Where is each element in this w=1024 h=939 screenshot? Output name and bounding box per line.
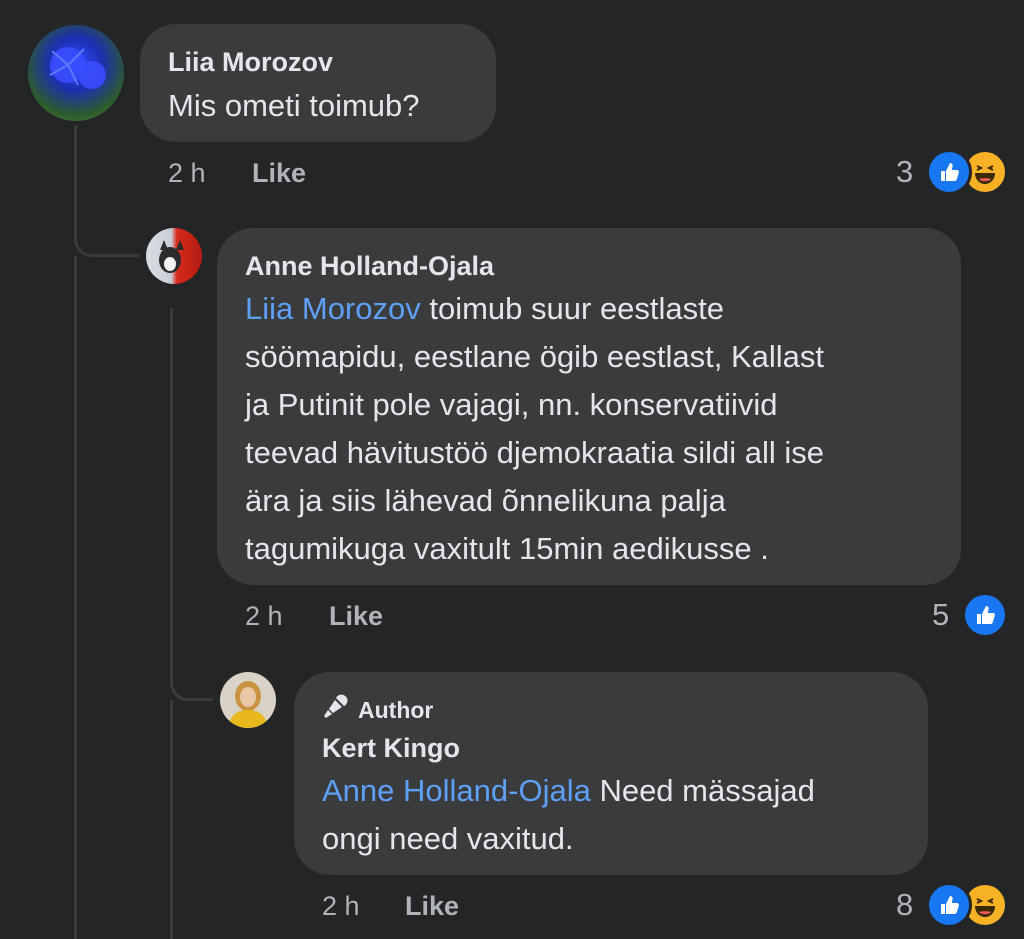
avatar-liia-morozov[interactable] <box>28 25 124 121</box>
comment-author[interactable]: Kert Kingo <box>322 732 460 764</box>
comment-bubble-3: Author Kert Kingo Anne Holland-Ojala Nee… <box>294 672 928 875</box>
mention-link[interactable]: Anne Holland-Ojala <box>322 773 591 808</box>
comment-text-line: toimub suur eestlaste <box>420 291 725 326</box>
comment-text: Liia Morozov toimub suur eestlaste sööma… <box>245 285 955 573</box>
comment-text-line: Need mässajad <box>590 773 815 808</box>
like-icon <box>926 149 972 195</box>
comment-time[interactable]: 2 h <box>322 891 360 922</box>
thread-line-reply <box>170 308 173 678</box>
author-badge-label: Author <box>358 696 434 723</box>
comment-text-line: ongi need vaxitud. <box>322 821 574 856</box>
avatar-kert-kingo[interactable] <box>220 672 276 728</box>
reaction-count[interactable]: 5 <box>932 597 949 633</box>
comment-author[interactable]: Anne Holland-Ojala <box>245 250 494 282</box>
mention-link[interactable]: Liia Morozov <box>245 291 421 326</box>
author-badge: Author <box>322 694 433 726</box>
like-button[interactable]: Like <box>329 601 383 632</box>
comment-text-line: ära ja siis lähevad õnnelikuna palja <box>245 483 726 518</box>
comment-bubble-1: Liia Morozov Mis ometi toimub? <box>140 24 496 142</box>
microphone-icon <box>322 694 348 726</box>
thread-line-main <box>74 125 77 225</box>
comment-text-line: ja Putinit pole vajagi, nn. konservatiiv… <box>245 387 778 422</box>
like-button[interactable]: Like <box>252 158 306 189</box>
comment-time[interactable]: 2 h <box>245 601 283 632</box>
avatar-anne-holland-ojala[interactable] <box>146 228 202 284</box>
comment-text-line: söömapidu, eestlane ögib eestlast, Kalla… <box>245 339 825 374</box>
like-icon <box>926 882 972 928</box>
thread-curve-reply-1 <box>74 222 139 257</box>
thread-curve-reply-2 <box>170 660 213 701</box>
comment-time[interactable]: 2 h <box>168 158 206 189</box>
like-icon <box>962 592 1008 638</box>
thread-line-main-lower <box>74 256 77 939</box>
comment-bubble-2: Anne Holland-Ojala Liia Morozov toimub s… <box>217 228 961 585</box>
comment-text-line: teevad hävitustöö djemokraatia sildi all… <box>245 435 824 470</box>
thread-line-reply-lower <box>170 700 173 939</box>
comment-text-line: tagumikuga vaxitult 15min aedikusse . <box>245 531 769 566</box>
like-button[interactable]: Like <box>405 891 459 922</box>
reaction-count[interactable]: 3 <box>896 154 913 190</box>
comment-text: Mis ometi toimub? <box>168 88 420 123</box>
comment-author[interactable]: Liia Morozov <box>168 46 333 78</box>
comment-text: Anne Holland-Ojala Need mässajad ongi ne… <box>322 767 922 863</box>
reaction-count[interactable]: 8 <box>896 887 913 923</box>
